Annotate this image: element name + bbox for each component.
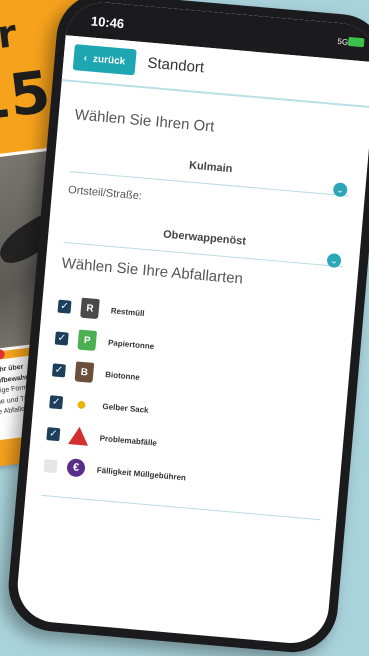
district-select-value: Oberwappenöst (162, 228, 247, 248)
waste-type-label: Biotonne (104, 369, 141, 382)
checkbox-gelber-sack[interactable]: ✓ (49, 394, 64, 409)
euro-icon: € (66, 458, 86, 478)
checkbox-problemabfaelle[interactable]: ✓ (46, 426, 61, 441)
waste-type-label: Restmüll (110, 305, 145, 318)
place-select-value: Kulmain (188, 159, 233, 176)
flyer-year: 15 (0, 57, 54, 135)
status-time: 10:46 (90, 13, 125, 32)
waste-type-list: ✓ R Restmüll ✓ P Papiertonne ✓ B Biotonn… (43, 290, 339, 506)
main-content: Wählen Sie Ihren Ort Kulmain ⌄ Ortsteil/… (25, 81, 369, 522)
warning-icon (68, 425, 90, 446)
waste-type-label: Problemabfälle (99, 433, 158, 448)
location-heading: Wählen Sie Ihren Ort (74, 106, 216, 136)
battery-icon (347, 36, 365, 48)
waste-type-label: Fälligkeit Müllgebühren (96, 465, 187, 482)
checkbox-papiertonne[interactable]: ✓ (54, 331, 69, 346)
checkbox-restmuell[interactable]: ✓ (57, 299, 72, 314)
waste-type-label: Papiertonne (107, 337, 155, 351)
back-button[interactable]: ‹ zurück (72, 44, 137, 76)
waste-type-label: Gelber Sack (102, 401, 149, 415)
chevron-down-icon: ⌄ (332, 182, 348, 198)
checkbox-biotonne[interactable]: ✓ (51, 362, 67, 377)
page-title: Standort (146, 54, 205, 77)
brown-bin-icon: B (74, 361, 95, 383)
network-label: 5G (337, 36, 349, 47)
phone-frame: 10:46 5G ‹ zurück Standort Wählen Sie Ih… (4, 0, 369, 656)
phone-screen: 10:46 5G ‹ zurück Standort Wählen Sie Ih… (14, 0, 369, 647)
yellow-sack-icon: ● (75, 393, 88, 414)
checkbox-muellgebuehren[interactable] (43, 458, 58, 473)
chevron-left-icon: ‹ (83, 52, 88, 64)
flyer-headline: er (0, 11, 19, 61)
grey-bin-icon: R (80, 297, 100, 320)
chevron-down-icon: ⌄ (326, 252, 342, 269)
back-button-label: zurück (92, 53, 126, 67)
green-bin-icon: P (77, 329, 98, 352)
